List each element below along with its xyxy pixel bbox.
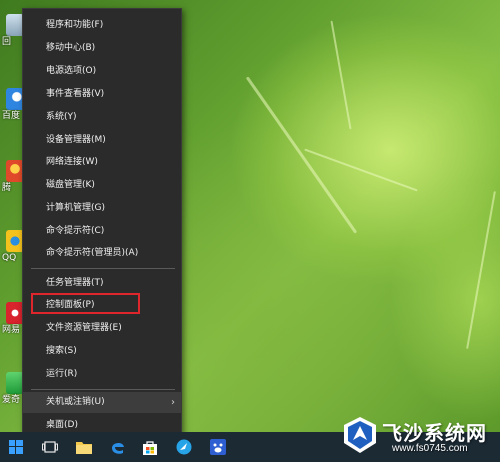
file-explorer-taskbar-button[interactable] [68, 432, 100, 462]
edge-icon [112, 442, 124, 454]
edge-taskbar-button[interactable] [102, 432, 134, 462]
desktop-icon-tencent[interactable]: 腾 [2, 160, 24, 193]
desktop-icon-label: 回 [2, 37, 12, 47]
menu-separator [31, 389, 175, 390]
store-icon [143, 440, 157, 455]
site-watermark-url: www.fs0745.com [392, 443, 468, 454]
leaf-vein [245, 76, 358, 234]
menu-item-network-connections[interactable]: 网络连接(W) [23, 152, 181, 173]
menu-item-task-manager[interactable]: 任务管理器(T) [23, 273, 181, 294]
menu-item-shutdown-signout[interactable]: 关机或注销(U) › [23, 392, 181, 413]
file-explorer-icon [76, 442, 92, 454]
desktop-icon-label: 网易 [2, 325, 21, 335]
menu-item-mobility-center[interactable]: 移动中心(B) [23, 38, 181, 59]
start-button[interactable] [0, 432, 32, 462]
site-watermark-logo [344, 417, 376, 453]
desktop-icon-label: 百度 [2, 111, 21, 121]
control-panel-highlight-box [31, 293, 140, 314]
menu-item-system[interactable]: 系统(Y) [23, 107, 181, 128]
desktop-icon-baidu[interactable]: 百度 [2, 88, 24, 121]
menu-item-run[interactable]: 运行(R) [23, 364, 181, 385]
desktop-icon-label: 腾 [2, 183, 12, 193]
menu-item-command-prompt-admin[interactable]: 命令提示符(管理员)(A) [23, 243, 181, 264]
task-view-icon [42, 441, 58, 453]
desktop-icon-label: 爱奇 [2, 395, 21, 405]
desktop-icon-label: QQ [2, 253, 17, 263]
menu-separator [31, 268, 175, 269]
desktop-icon-qq[interactable]: QQ [2, 230, 24, 263]
leaf-vein [330, 20, 352, 130]
menu-item-computer-management[interactable]: 计算机管理(G) [23, 198, 181, 219]
desktop-icon-recycle-bin[interactable]: 回 [2, 14, 24, 47]
menu-item-event-viewer[interactable]: 事件查看器(V) [23, 84, 181, 105]
desktop-icon-iqiyi[interactable]: 爱奇 [2, 372, 24, 405]
store-taskbar-button[interactable] [134, 432, 166, 462]
qq-browser-taskbar-icon [176, 439, 192, 455]
qq-browser-taskbar-button[interactable] [168, 432, 200, 462]
site-watermark-title: 飞沙系统网 [382, 421, 487, 445]
baidu-taskbar-icon [210, 439, 226, 455]
menu-item-file-explorer[interactable]: 文件资源管理器(E) [23, 318, 181, 339]
baidu-taskbar-button[interactable] [202, 432, 234, 462]
menu-item-label: 关机或注销(U) [46, 397, 105, 407]
desktop-icon-netease[interactable]: 网易 [2, 302, 24, 335]
menu-item-command-prompt[interactable]: 命令提示符(C) [23, 221, 181, 242]
menu-item-search[interactable]: 搜索(S) [23, 341, 181, 362]
winx-context-menu: 程序和功能(F) 移动中心(B) 电源选项(O) 事件查看器(V) 系统(Y) … [22, 8, 182, 438]
start-icon [9, 440, 23, 454]
menu-item-programs-features[interactable]: 程序和功能(F) [23, 15, 181, 36]
menu-item-power-options[interactable]: 电源选项(O) [23, 61, 181, 82]
menu-item-device-manager[interactable]: 设备管理器(M) [23, 130, 181, 151]
task-view-button[interactable] [34, 432, 66, 462]
submenu-arrow-icon: › [171, 397, 175, 408]
menu-item-disk-management[interactable]: 磁盘管理(K) [23, 175, 181, 196]
leaf-vein [466, 191, 496, 349]
